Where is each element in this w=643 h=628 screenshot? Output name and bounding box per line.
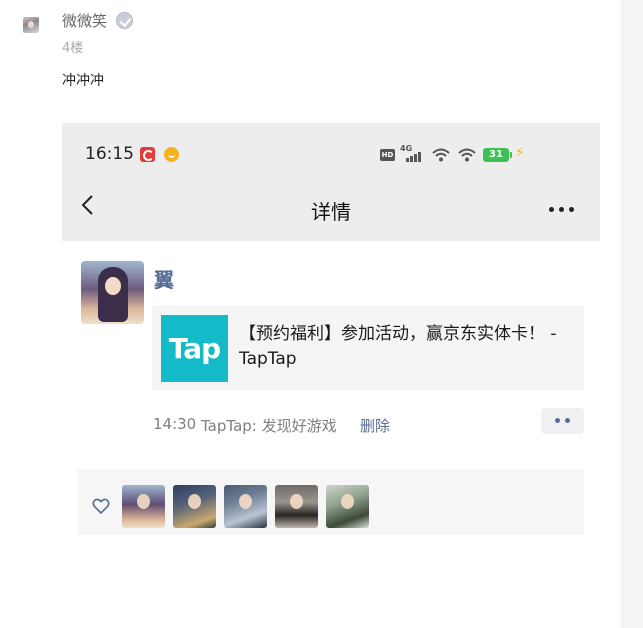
app-notification-icon [140, 147, 155, 162]
battery-icon: 31 [483, 148, 512, 162]
status-time: 16:15 [85, 144, 134, 164]
wifi-icon [458, 147, 476, 162]
page-title: 详情 [311, 200, 351, 224]
commenter-username[interactable]: 微微笑 [62, 10, 107, 31]
link-title: 【预约福利】参加活动，赢京东实体卡！ - TapTap [239, 324, 557, 369]
liker-avatar[interactable] [224, 485, 267, 528]
app-notification-icon [164, 147, 179, 162]
shared-link-card[interactable]: Tap 【预约福利】参加活动，赢京东实体卡！ - TapTap [152, 306, 584, 390]
network-type-label: 4G [400, 144, 413, 153]
liker-avatar[interactable] [173, 485, 216, 528]
post-source[interactable]: TapTap: 发现好游戏 [201, 415, 337, 436]
liker-avatar[interactable] [122, 485, 165, 528]
post-time: 14:30 [153, 415, 197, 433]
phone-header: 16:15 HD 4G 31 ⚡ 详情 [62, 123, 600, 241]
floor-number: 4楼 [62, 41, 84, 56]
comment-text: 冲冲冲 [62, 73, 104, 89]
author-avatar[interactable] [81, 261, 144, 324]
heart-icon [92, 498, 110, 515]
charging-bolt-icon: ⚡ [515, 145, 525, 161]
verified-badge-icon [116, 12, 133, 29]
wifi-signal-icon [432, 147, 450, 162]
embedded-screenshot[interactable]: 16:15 HD 4G 31 ⚡ 详情 翼 Tap 【预约福利】参加活动，赢京东… [62, 123, 600, 553]
commenter-avatar[interactable] [23, 17, 39, 33]
taptap-logo: Tap [161, 315, 228, 382]
liker-avatar[interactable] [275, 485, 318, 528]
likes-section [78, 469, 584, 535]
author-name[interactable]: 翼 [154, 264, 174, 293]
page-side-strip [621, 0, 643, 628]
hd-voice-icon: HD [380, 149, 395, 161]
delete-link[interactable]: 删除 [360, 415, 390, 436]
liker-avatar[interactable] [326, 485, 369, 528]
more-options-icon[interactable] [549, 207, 577, 213]
like-comment-button[interactable] [541, 408, 584, 434]
cellular-signal-icon: 4G [400, 144, 424, 162]
